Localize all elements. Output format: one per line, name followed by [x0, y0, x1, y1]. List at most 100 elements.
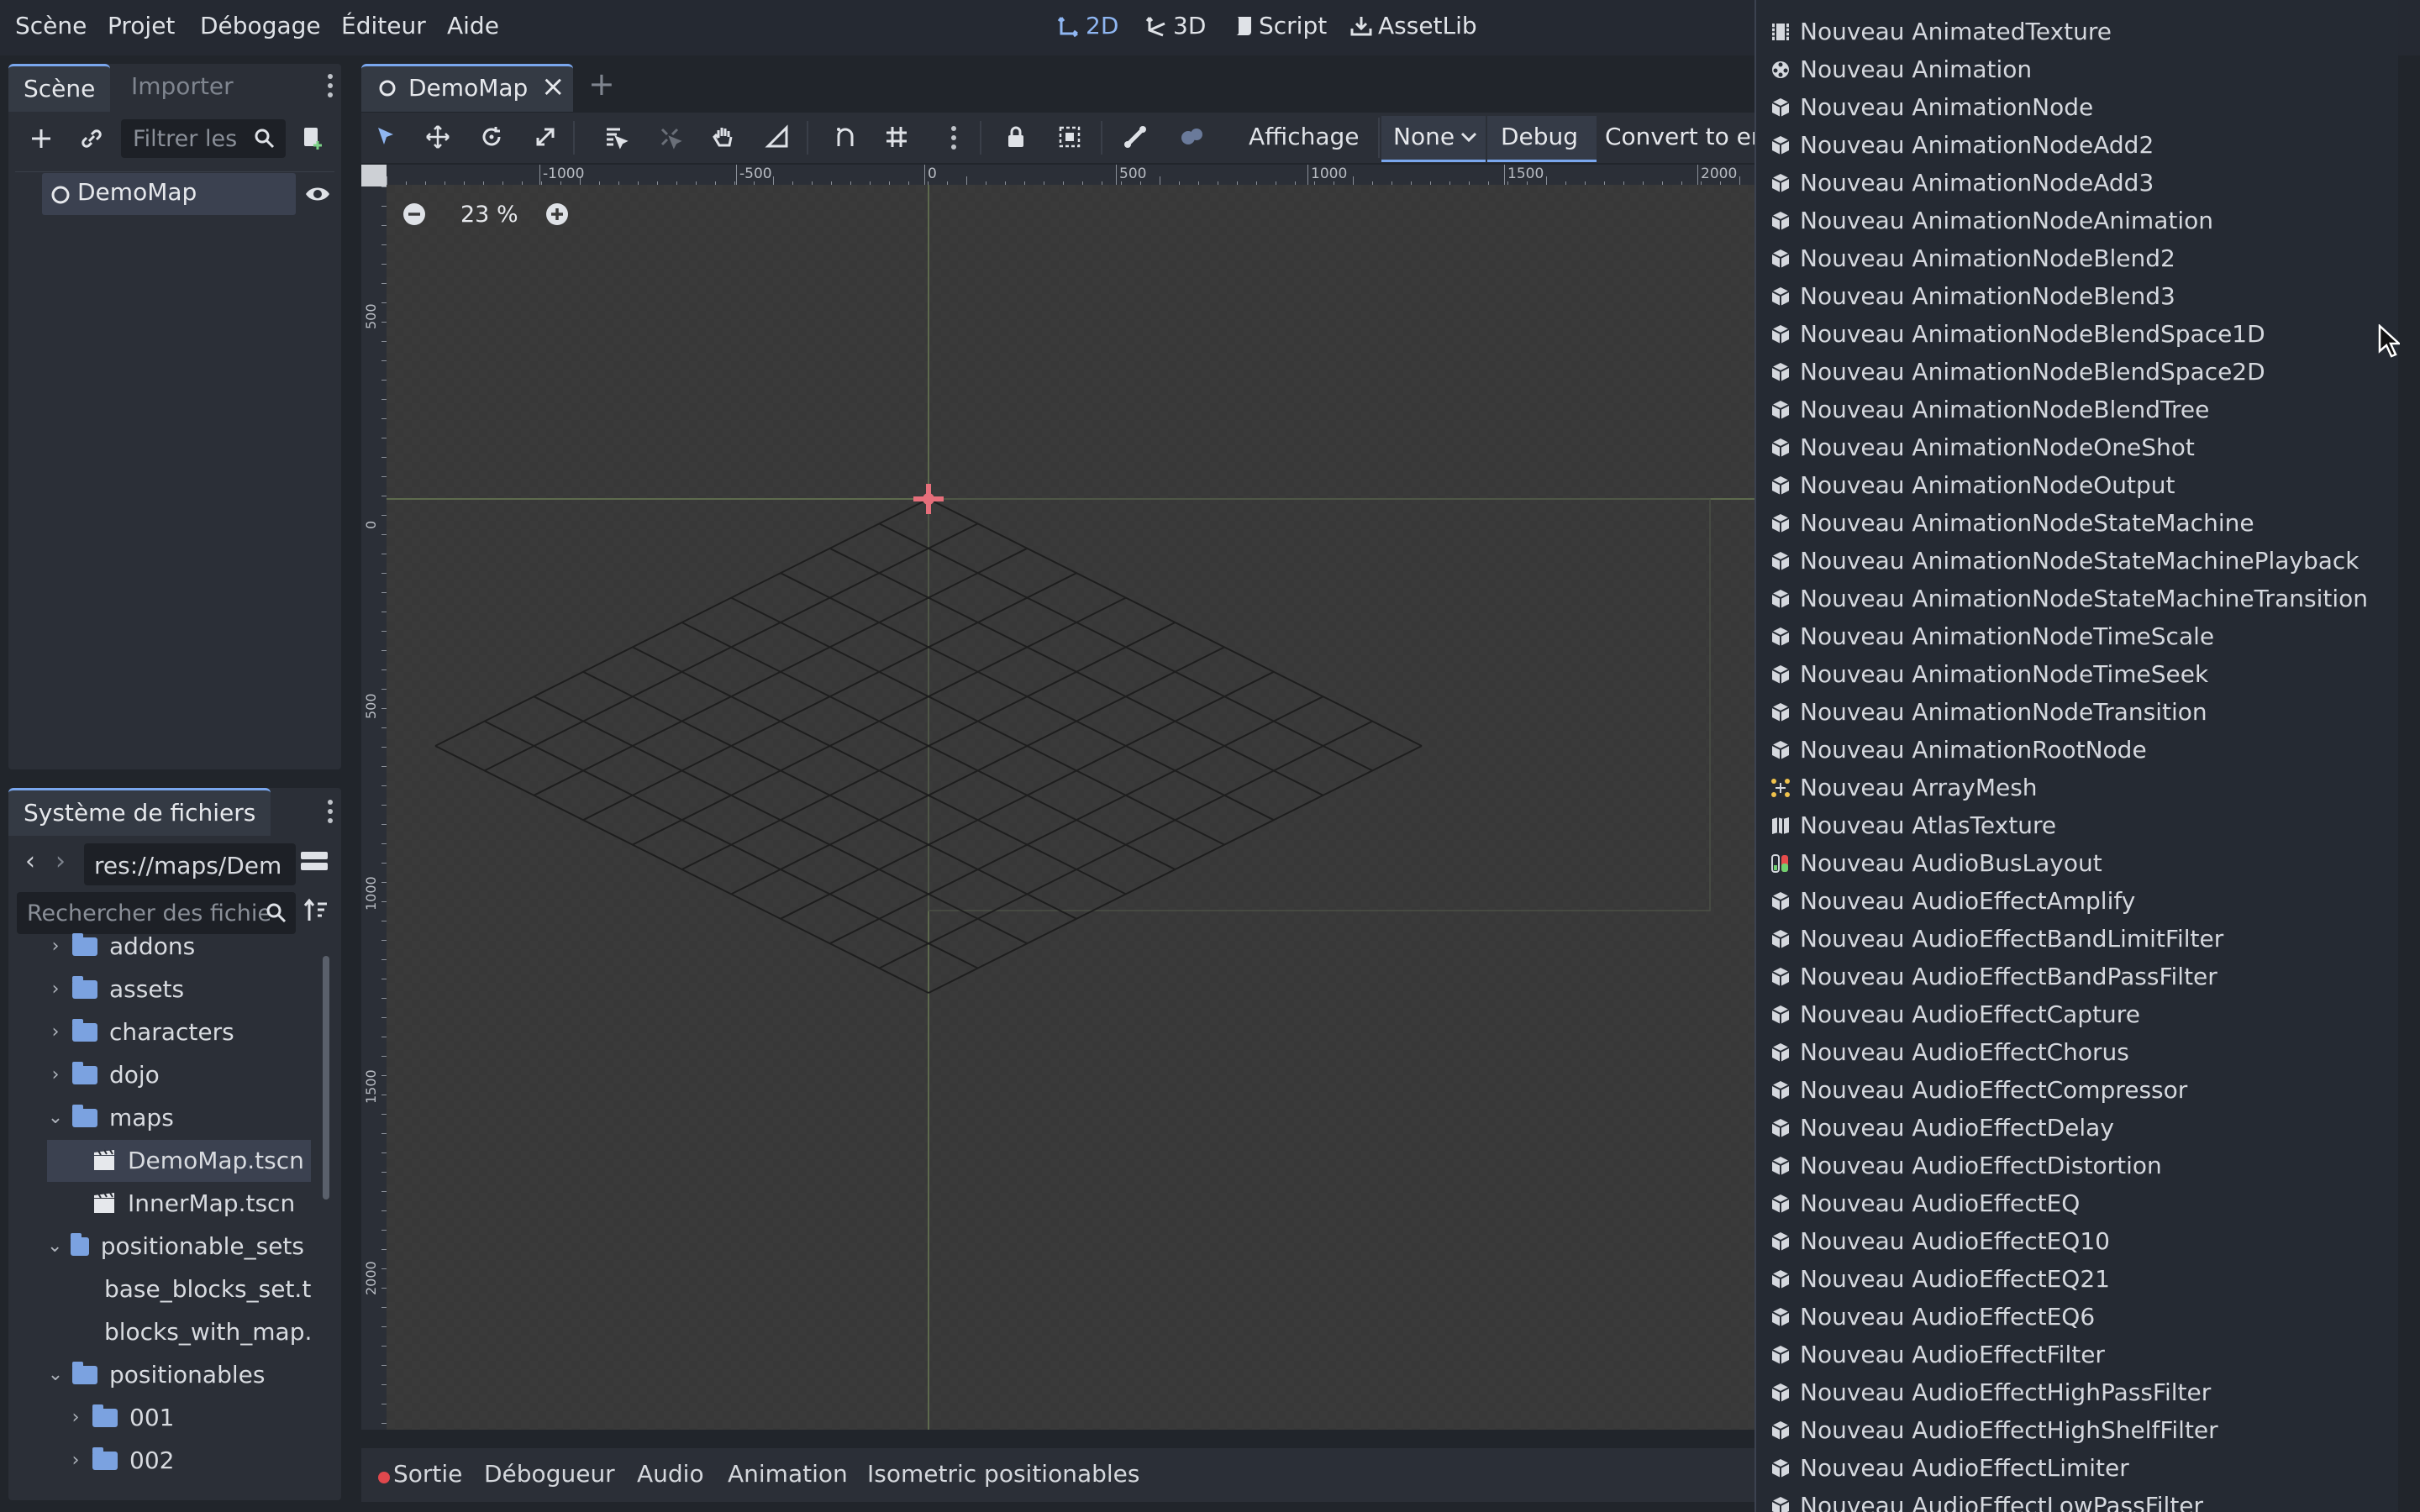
popup-menu-item[interactable]: Nouveau AudioEffectDistortion [1770, 1147, 2162, 1184]
popup-menu-item[interactable]: Nouveau AudioEffectCompressor [1770, 1071, 2187, 1109]
workspace-script-button[interactable]: Script [1232, 12, 1327, 39]
scene-filter-field[interactable]: Filtrer les [121, 119, 286, 158]
zoom-out-button[interactable] [402, 202, 427, 227]
scene-tab-demomap[interactable]: DemoMap × [361, 64, 573, 112]
list-select-icon[interactable] [603, 124, 629, 150]
popup-menu-item[interactable]: Nouveau Animation [1770, 50, 2032, 88]
popup-menu-item[interactable]: Nouveau AudioEffectAmplify [1770, 882, 2135, 920]
popup-menu-item[interactable]: Nouveau AudioEffectHighShelfFilter [1770, 1411, 2218, 1449]
link-icon[interactable] [79, 126, 104, 151]
convert-to-entity-button[interactable]: Convert to en [1605, 123, 1766, 150]
toggle-split-icon[interactable] [301, 852, 328, 877]
popup-menu-item[interactable]: Nouveau AnimationNodeStateMachinePlaybac… [1770, 542, 2360, 580]
popup-menu-item[interactable]: Nouveau AnimationNodeAnimation [1770, 202, 2213, 239]
chevron-right-icon[interactable]: › [47, 1054, 64, 1096]
bottom-tab-animation[interactable]: Animation [728, 1460, 848, 1488]
popup-menu-item[interactable]: Nouveau AnimationNodeBlendSpace2D [1770, 353, 2265, 391]
instance-scene-icon[interactable] [299, 124, 326, 151]
canvas-viewport[interactable]: 23 % [387, 185, 1756, 1430]
lock-icon[interactable] [1003, 124, 1028, 150]
file-search-field[interactable]: Rechercher des fichie [17, 892, 296, 934]
popup-menu-item[interactable]: Nouveau AudioEffectLimiter [1770, 1449, 2129, 1487]
folder-item[interactable]: › 001 [18, 1397, 304, 1439]
zoom-level[interactable]: 23 % [460, 202, 518, 228]
popup-menu-item[interactable]: Nouveau AudioEffectEQ6 [1770, 1298, 2095, 1336]
popup-menu-item[interactable]: Nouveau AnimationNodeTransition [1770, 693, 2207, 731]
popup-menu-item[interactable]: Nouveau AudioEffectFilter [1770, 1336, 2105, 1373]
bottom-tab-debugger[interactable]: Débogueur [484, 1460, 615, 1488]
smart-snap-icon[interactable] [834, 124, 859, 150]
scale-icon[interactable] [533, 124, 558, 150]
popup-menu-item[interactable]: Nouveau AudioEffectEQ [1770, 1184, 2080, 1222]
menu-scene[interactable]: Scène [15, 12, 87, 39]
chevron-down-icon[interactable]: ⌄ [47, 1226, 62, 1268]
none-dropdown[interactable]: None [1381, 116, 1486, 162]
filesystem-menu-icon[interactable] [328, 800, 333, 823]
workspace-3d-button[interactable]: 3D [1144, 12, 1206, 39]
view-menu-button[interactable]: Affichage [1249, 123, 1360, 150]
popup-menu-item[interactable]: Nouveau AudioEffectCapture [1770, 995, 2140, 1033]
file-item[interactable]: InnerMap.tscn [18, 1183, 304, 1225]
menu-help[interactable]: Aide [447, 12, 499, 39]
grid-snap-icon[interactable] [884, 124, 909, 150]
bone-icon[interactable] [1123, 124, 1148, 150]
popup-menu-item[interactable]: Nouveau AnimationNodeBlend2 [1770, 239, 2175, 277]
tab-filesystem[interactable]: Système de fichiers [8, 788, 271, 836]
popup-menu-item[interactable]: Nouveau AnimationNodeAdd3 [1770, 164, 2154, 202]
folder-item[interactable]: › dojo [18, 1054, 304, 1096]
folder-item[interactable]: › characters [18, 1011, 304, 1053]
sort-icon[interactable] [302, 897, 329, 924]
popup-menu-item[interactable]: Nouveau AnimatedTexture [1770, 13, 2112, 50]
add-node-icon[interactable] [29, 126, 54, 151]
popup-menu-item[interactable]: Nouveau AudioBusLayout [1770, 844, 2102, 882]
folder-item[interactable]: › assets [18, 969, 304, 1011]
popup-menu-item[interactable]: Nouveau AudioEffectLowPassFilter [1770, 1487, 2203, 1512]
popup-menu-item[interactable]: Nouveau AudioEffectEQ10 [1770, 1222, 2110, 1260]
ruler-icon[interactable] [765, 124, 790, 150]
folder-item[interactable]: › 002 [18, 1440, 304, 1482]
rotate-icon[interactable] [479, 124, 504, 150]
bottom-tab-audio[interactable]: Audio [637, 1460, 704, 1488]
popup-menu-item[interactable]: Nouveau AudioEffectDelay [1770, 1109, 2114, 1147]
popup-menu-item[interactable]: Nouveau AnimationNodeOutput [1770, 466, 2175, 504]
popup-menu-item[interactable]: Nouveau AnimationRootNode [1770, 731, 2147, 769]
popup-menu-item[interactable]: Nouveau AnimationNodeStateMachineTransit… [1770, 580, 2368, 617]
close-icon[interactable]: × [541, 70, 566, 103]
chevron-right-icon[interactable]: › [67, 1440, 84, 1482]
debug-button[interactable]: Debug [1487, 116, 1597, 162]
popup-menu-item[interactable]: Nouveau AnimationNodeBlendSpace1D [1770, 315, 2265, 353]
popup-menu-item[interactable]: Nouveau AudioEffectEQ21 [1770, 1260, 2110, 1298]
file-tree-scrollbar[interactable] [323, 956, 329, 1200]
popup-menu-item[interactable]: Nouveau AtlasTexture [1770, 806, 2056, 844]
popup-menu-item[interactable]: Nouveau AudioEffectHighPassFilter [1770, 1373, 2211, 1411]
chevron-right-icon[interactable]: › [47, 1011, 64, 1053]
bottom-tab-output[interactable]: Sortie [393, 1460, 462, 1488]
move-icon[interactable] [425, 124, 450, 150]
file-item[interactable]: DemoMap.tscn [47, 1140, 311, 1182]
back-arrow-icon[interactable]: ‹ [25, 847, 35, 876]
popup-menu-item[interactable]: Nouveau AnimationNodeAdd2 [1770, 126, 2154, 164]
select-arrow-icon[interactable] [373, 124, 398, 150]
menu-project[interactable]: Projet [108, 12, 175, 39]
forward-arrow-icon[interactable]: › [55, 847, 66, 876]
pan-hand-icon[interactable] [711, 124, 736, 150]
path-field[interactable]: res://maps/Dem [84, 843, 296, 885]
chevron-right-icon[interactable]: › [47, 969, 64, 1011]
workspace-assetlib-button[interactable]: AssetLib [1349, 12, 1477, 39]
popup-menu-item[interactable]: Nouveau AudioEffectChorus [1770, 1033, 2129, 1071]
popup-menu-item[interactable]: Nouveau AnimationNodeStateMachine [1770, 504, 2254, 542]
tab-scene[interactable]: Scène [8, 64, 111, 112]
folder-item[interactable]: ⌄ positionable_sets [18, 1226, 304, 1268]
popup-menu-item[interactable]: Nouveau AnimationNode [1770, 88, 2093, 126]
popup-menu-item[interactable]: Nouveau AnimationNodeBlend3 [1770, 277, 2175, 315]
folder-item[interactable]: ⌄ positionables [18, 1354, 304, 1396]
popup-menu-item[interactable]: Nouveau AnimationNodeOneShot [1770, 428, 2195, 466]
menu-debug[interactable]: Débogage [200, 12, 321, 39]
chevron-right-icon[interactable]: › [47, 931, 64, 968]
scene-dock-menu-icon[interactable] [328, 74, 333, 97]
workspace-2d-button[interactable]: 2D [1057, 12, 1118, 39]
popup-menu-item[interactable]: Nouveau AnimationNodeBlendTree [1770, 391, 2209, 428]
chevron-down-icon[interactable]: ⌄ [47, 1097, 64, 1139]
folder-item[interactable]: › addons [18, 931, 304, 968]
new-tab-plus-icon[interactable]: + [588, 66, 615, 102]
